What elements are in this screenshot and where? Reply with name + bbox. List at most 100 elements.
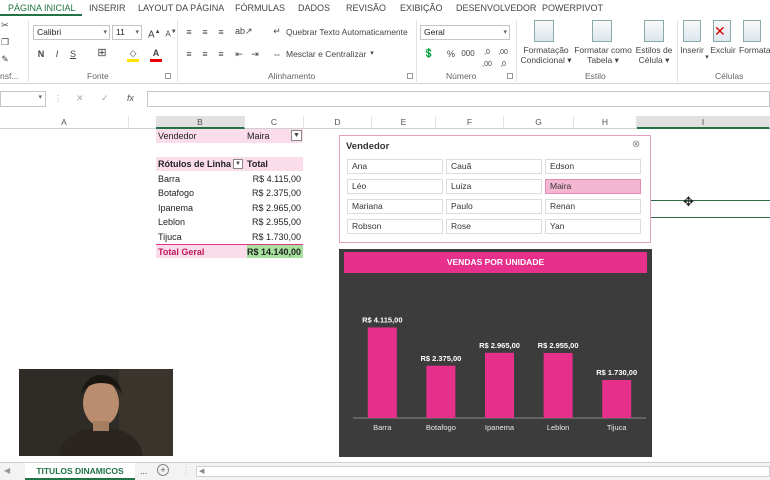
- slicer-item[interactable]: Paulo: [446, 199, 542, 214]
- slicer-item[interactable]: Maira: [545, 179, 641, 194]
- tab-pagina-inicial[interactable]: PÁGINA INICIAL: [8, 3, 76, 13]
- pivot-total-row[interactable]: Total Geral R$ 14.140,00: [156, 244, 303, 258]
- slicer-item[interactable]: Rose: [446, 219, 542, 234]
- column-header-c[interactable]: C: [245, 116, 304, 129]
- decrease-decimal-icon[interactable]: ,00,0: [497, 47, 509, 71]
- bold-icon[interactable]: N: [36, 48, 46, 60]
- table-row[interactable]: Botafogo R$ 2.375,00: [156, 186, 303, 200]
- slicer-item[interactable]: Cauã: [446, 159, 542, 174]
- grow-font-icon[interactable]: A▲: [148, 26, 161, 41]
- format-as-table-button[interactable]: Formatar como Tabela ▾: [574, 45, 632, 65]
- align-top-icon[interactable]: ≡: [183, 26, 195, 38]
- format-cells-icon[interactable]: [743, 20, 761, 42]
- comma-style-icon[interactable]: 000: [461, 48, 475, 60]
- tab-formulas[interactable]: FÓRMULAS: [235, 3, 285, 13]
- more-sheets-button[interactable]: ...: [140, 466, 148, 476]
- table-row[interactable]: Barra R$ 4.115,00: [156, 172, 303, 186]
- column-header-e[interactable]: E: [372, 116, 436, 129]
- confirm-entry-icon[interactable]: ✓: [101, 93, 109, 104]
- tab-exibicao[interactable]: EXIBIÇÃO: [400, 3, 443, 13]
- underline-icon[interactable]: S: [68, 48, 78, 60]
- cancel-entry-icon[interactable]: ✕: [76, 93, 84, 104]
- slicer-item[interactable]: Edson: [545, 159, 641, 174]
- increase-decimal-icon[interactable]: ,0,00: [481, 47, 493, 71]
- slicer-item[interactable]: Renan: [545, 199, 641, 214]
- slicer-item[interactable]: Yan: [545, 219, 641, 234]
- tab-layout[interactable]: LAYOUT DA PÁGINA: [138, 3, 224, 13]
- insert-cells-icon[interactable]: [683, 20, 701, 42]
- cell-styles-icon[interactable]: [644, 20, 664, 42]
- slicer-item[interactable]: Robson: [347, 219, 443, 234]
- name-box[interactable]: ▾: [0, 91, 46, 107]
- table-row[interactable]: Ipanema R$ 2.965,00: [156, 201, 303, 215]
- copy-icon[interactable]: ❐: [0, 36, 10, 48]
- column-header-b[interactable]: B: [156, 116, 245, 129]
- slicer-item[interactable]: Luiza: [446, 179, 542, 194]
- row-labels-dropdown-icon[interactable]: ▼: [233, 159, 243, 169]
- align-middle-icon[interactable]: ≡: [199, 26, 211, 38]
- shrink-font-icon[interactable]: A▼: [165, 26, 177, 41]
- align-center-icon[interactable]: ≡: [199, 48, 211, 60]
- font-size-combo[interactable]: 11 ▾: [112, 25, 142, 40]
- cell-styles-button[interactable]: Estilos de Célula ▾: [634, 45, 674, 65]
- tab-inserir[interactable]: INSERIR: [89, 3, 126, 13]
- tab-powerpivot[interactable]: POWERPIVOT: [542, 3, 603, 13]
- tab-split-icon[interactable]: ⋮: [182, 466, 190, 475]
- italic-icon[interactable]: I: [52, 48, 62, 60]
- font-color-icon[interactable]: A: [150, 47, 162, 62]
- increase-indent-icon[interactable]: ⇥: [249, 48, 261, 60]
- bar-leblon[interactable]: [543, 352, 573, 418]
- cut-icon[interactable]: ✂: [0, 19, 10, 31]
- bar-tijuca[interactable]: [602, 379, 632, 418]
- table-row[interactable]: Tijuca R$ 1.730,00: [156, 230, 303, 244]
- table-row[interactable]: Leblon R$ 2.955,00: [156, 215, 303, 229]
- slicer-item[interactable]: Léo: [347, 179, 443, 194]
- column-header-d[interactable]: D: [304, 116, 372, 129]
- column-header-f[interactable]: F: [436, 116, 504, 129]
- align-left-icon[interactable]: ≡: [183, 48, 195, 60]
- format-cells-button[interactable]: Formata: [739, 45, 770, 55]
- sheet-tab-active[interactable]: TITULOS DINAMICOS: [25, 463, 135, 480]
- filter-dropdown-icon[interactable]: ▼: [291, 130, 302, 141]
- column-header-i[interactable]: I: [637, 116, 770, 129]
- wrap-text-button[interactable]: Quebrar Texto Automaticamente: [286, 27, 408, 37]
- tab-revisao[interactable]: REVISÃO: [346, 3, 386, 13]
- number-dialog-launcher[interactable]: [507, 73, 513, 79]
- bar-ipanema[interactable]: [485, 352, 514, 418]
- number-format-combo[interactable]: Geral ▾: [420, 25, 510, 40]
- decrease-indent-icon[interactable]: ⇤: [233, 48, 245, 60]
- format-as-table-icon[interactable]: [592, 20, 612, 42]
- tab-desenvolvedor[interactable]: DESENVOLVEDOR: [456, 3, 536, 13]
- wrap-text-icon[interactable]: ↵: [271, 25, 283, 37]
- percent-icon[interactable]: %: [445, 48, 457, 60]
- scroll-left-icon[interactable]: ◀: [4, 466, 10, 475]
- selected-range[interactable]: [651, 200, 770, 218]
- font-dialog-launcher[interactable]: [165, 73, 171, 79]
- currency-icon[interactable]: 💲: [421, 47, 437, 59]
- conditional-formatting-icon[interactable]: [534, 20, 554, 42]
- merge-center-button[interactable]: Mesclar e Centralizar: [286, 49, 366, 59]
- delete-cells-icon[interactable]: ✕: [713, 20, 731, 42]
- horizontal-scrollbar[interactable]: ◀: [196, 466, 770, 477]
- scroll-left-arrow-icon[interactable]: ◀: [199, 467, 204, 475]
- format-painter-icon[interactable]: ✎: [0, 53, 10, 65]
- fill-color-icon[interactable]: ◇: [127, 47, 139, 62]
- formula-input[interactable]: [147, 91, 770, 107]
- chevron-down-icon[interactable]: ▾: [368, 48, 376, 60]
- slicer-item[interactable]: Mariana: [347, 199, 443, 214]
- merge-center-icon[interactable]: ⇔: [271, 48, 283, 60]
- insert-cells-button[interactable]: Inserir: [680, 45, 704, 55]
- insert-function-icon[interactable]: fx: [127, 93, 134, 103]
- slicer-item[interactable]: Ana: [347, 159, 443, 174]
- clear-filter-icon[interactable]: ⊗: [632, 139, 640, 150]
- align-right-icon[interactable]: ≡: [215, 48, 227, 60]
- column-header-h[interactable]: H: [574, 116, 637, 129]
- conditional-formatting-button[interactable]: Formatação Condicional ▾: [519, 45, 573, 65]
- bar-botafogo[interactable]: [426, 365, 456, 418]
- font-name-combo[interactable]: Calibri ▾: [33, 25, 110, 40]
- slicer-vendedor[interactable]: Vendedor ⊗ Ana Cauã Edson Léo Luiza Maira Mari…: [339, 135, 651, 243]
- bar-barra[interactable]: [367, 327, 397, 418]
- tab-dados[interactable]: DADOS: [298, 3, 330, 13]
- chart-vendas-por-unidade[interactable]: VENDAS POR UNIDADE R$ 4.115,00 Barra R$ 2.…: [339, 249, 652, 457]
- align-bottom-icon[interactable]: ≡: [215, 26, 227, 38]
